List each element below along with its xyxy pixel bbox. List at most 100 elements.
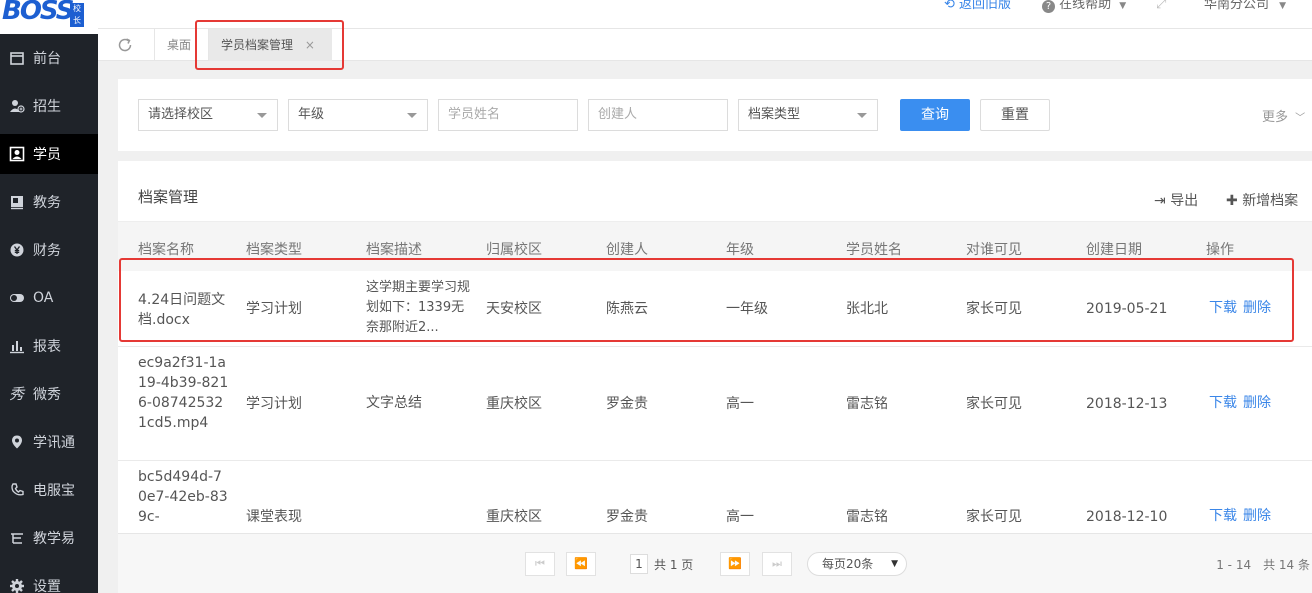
cell-date: 2018-12-13 bbox=[1086, 396, 1168, 412]
chevron-down-icon: ▼ bbox=[1119, 1, 1127, 11]
online-help-label: 在线帮助 bbox=[1059, 0, 1112, 12]
sidebar-item-label: 电服宝 bbox=[33, 483, 75, 499]
id-card-icon bbox=[9, 146, 25, 162]
cell-date: 2018-12-10 bbox=[1086, 509, 1168, 525]
sidebar-item-oa[interactable]: OA bbox=[0, 278, 98, 318]
archive-type-select[interactable]: 档案类型 bbox=[738, 99, 878, 131]
filter-panel: 请选择校区 年级 学员姓名 创建人 档案类型 查询 重置 更多 ﹀ bbox=[118, 79, 1312, 151]
cell-type: 学习计划 bbox=[246, 396, 302, 412]
last-page-button[interactable]: ⏭ bbox=[762, 552, 792, 576]
cell-visible: 家长可见 bbox=[966, 396, 1022, 412]
page-info: 1 - 14 共 14 条 bbox=[1216, 558, 1310, 572]
online-help-button[interactable]: ? 在线帮助 ▼ bbox=[1042, 0, 1126, 14]
sidebar-item-weixiu[interactable]: 秀 微秀 bbox=[0, 374, 98, 414]
location-icon bbox=[9, 434, 25, 450]
sidebar-item-label: 学讯通 bbox=[33, 435, 75, 451]
xiu-icon: 秀 bbox=[9, 385, 25, 403]
book-icon bbox=[9, 194, 25, 210]
cell-student: 雷志铭 bbox=[846, 509, 888, 525]
logo-badge: 校长 bbox=[70, 3, 84, 27]
last-page-icon: ⏭ bbox=[772, 557, 782, 570]
fullscreen-button[interactable]: ⤢ bbox=[1156, 0, 1166, 14]
next-page-icon: ⏩ bbox=[728, 557, 742, 570]
panel-title: 档案管理 bbox=[138, 188, 199, 206]
sidebar-item-label: 报表 bbox=[33, 339, 61, 355]
sidebar-item-finance[interactable]: 财务 bbox=[0, 230, 98, 270]
user-add-icon bbox=[9, 98, 25, 114]
chevron-down-icon: ﹀ bbox=[1295, 113, 1306, 124]
prev-page-icon: ⏪ bbox=[574, 557, 588, 570]
sidebar-item-students[interactable]: 学员 bbox=[0, 134, 98, 174]
export-icon: ⇥ bbox=[1154, 193, 1166, 209]
add-archive-label: 新增档案 bbox=[1242, 193, 1299, 209]
reset-button[interactable]: 重置 bbox=[980, 99, 1050, 131]
grade-select[interactable]: 年级 bbox=[288, 99, 428, 131]
more-filters-button[interactable]: 更多 ﹀ bbox=[1262, 106, 1305, 125]
table-row[interactable]: ec9a2f31-1a19-4b39-8216-087425321cd5.mp4… bbox=[118, 347, 1312, 461]
highlight-box-tab bbox=[195, 20, 344, 70]
bar-chart-icon bbox=[9, 338, 25, 354]
cell-campus: 重庆校区 bbox=[486, 396, 542, 412]
campus-select[interactable]: 请选择校区 bbox=[138, 99, 278, 131]
sidebar-item-front-desk[interactable]: 前台 bbox=[0, 38, 98, 78]
prev-page-button[interactable]: ⏪ bbox=[566, 552, 596, 576]
total-pages: 共 1 页 bbox=[654, 558, 694, 572]
download-link[interactable]: 下载 bbox=[1209, 393, 1237, 413]
logo-text: BOSS bbox=[2, 0, 74, 26]
archive-type-value: 档案类型 bbox=[748, 107, 801, 122]
sidebar-item-xuexuntong[interactable]: 学讯通 bbox=[0, 422, 98, 462]
cell-campus: 重庆校区 bbox=[486, 509, 542, 525]
caret-down-icon bbox=[407, 113, 417, 118]
query-button[interactable]: 查询 bbox=[900, 99, 970, 131]
refresh-icon[interactable] bbox=[116, 36, 134, 54]
page-size-select[interactable]: 每页20条 ▼ bbox=[807, 552, 907, 576]
chevron-down-icon: ▼ bbox=[1279, 1, 1287, 11]
creator-input[interactable]: 创建人 bbox=[588, 99, 728, 131]
first-page-icon: ⏮ bbox=[535, 557, 545, 570]
logo[interactable]: BOSS 校长 bbox=[0, 0, 98, 34]
sidebar-item-dianfubao[interactable]: 电服宝 bbox=[0, 470, 98, 510]
sidebar-item-label: 微秀 bbox=[33, 387, 61, 403]
highlight-box-row bbox=[119, 258, 1294, 342]
add-archive-button[interactable]: ✚ 新增档案 bbox=[1226, 190, 1298, 210]
caret-down-icon: ▼ bbox=[891, 559, 898, 569]
cell-visible: 家长可见 bbox=[966, 509, 1022, 525]
column-header: 年级 bbox=[726, 242, 754, 258]
column-header: 档案描述 bbox=[366, 242, 422, 258]
undo-icon: ⟲ bbox=[944, 0, 955, 12]
company-selector[interactable]: 华南分公司 ▼ bbox=[1204, 0, 1286, 14]
download-link[interactable]: 下载 bbox=[1209, 506, 1237, 526]
archive-table-panel: 档案管理 ⇥ 导出 ✚ 新增档案 档案名称 档案类型 档案描述 归属校区 创建人… bbox=[118, 161, 1312, 593]
column-header: 操作 bbox=[1206, 242, 1234, 258]
sidebar-item-label: 教务 bbox=[33, 195, 61, 211]
student-name-placeholder: 学员姓名 bbox=[448, 107, 501, 122]
cell-desc: 文字总结 bbox=[366, 395, 422, 411]
cell-name: ec9a2f31-1a19-4b39-8216-087425321cd5.mp4 bbox=[138, 355, 229, 431]
toggle-icon bbox=[9, 290, 25, 306]
cell-type: 课堂表现 bbox=[246, 509, 302, 525]
delete-link[interactable]: 删除 bbox=[1243, 506, 1271, 526]
tab-label: 桌面 bbox=[167, 38, 192, 52]
cell-creator: 罗金贵 bbox=[606, 509, 648, 525]
page-number-input[interactable]: 1 bbox=[630, 554, 648, 574]
cell-student: 雷志铭 bbox=[846, 396, 888, 412]
yen-icon bbox=[9, 242, 25, 258]
next-page-button[interactable]: ⏩ bbox=[720, 552, 750, 576]
table-row[interactable]: bc5d494d-70e7-42eb-839c- 课堂表现 重庆校区 罗金贵 高… bbox=[118, 461, 1312, 533]
sidebar-item-academic[interactable]: 教务 bbox=[0, 182, 98, 222]
delete-link[interactable]: 删除 bbox=[1243, 393, 1271, 413]
sidebar-item-reports[interactable]: 报表 bbox=[0, 326, 98, 366]
sidebar-item-jiaoxueyi[interactable]: 教学易 bbox=[0, 518, 98, 558]
pagination: ⏮ ⏪ 1 共 1 页 ⏩ ⏭ 每页20条 ▼ 1 - 14 共 14 条 bbox=[118, 533, 1312, 593]
return-old-version-button[interactable]: ⟲ 返回旧版 bbox=[944, 0, 1011, 14]
sidebar-item-label: 教学易 bbox=[33, 531, 75, 547]
column-header: 档案类型 bbox=[246, 242, 302, 258]
first-page-button[interactable]: ⏮ bbox=[525, 552, 555, 576]
caret-down-icon bbox=[257, 113, 267, 118]
export-button[interactable]: ⇥ 导出 bbox=[1154, 190, 1198, 210]
sidebar-item-enrollment[interactable]: 招生 bbox=[0, 86, 98, 126]
campus-select-value: 请选择校区 bbox=[148, 107, 214, 122]
student-name-input[interactable]: 学员姓名 bbox=[438, 99, 578, 131]
sidebar-item-settings[interactable]: 设置 bbox=[0, 566, 98, 593]
column-header: 归属校区 bbox=[486, 242, 542, 258]
